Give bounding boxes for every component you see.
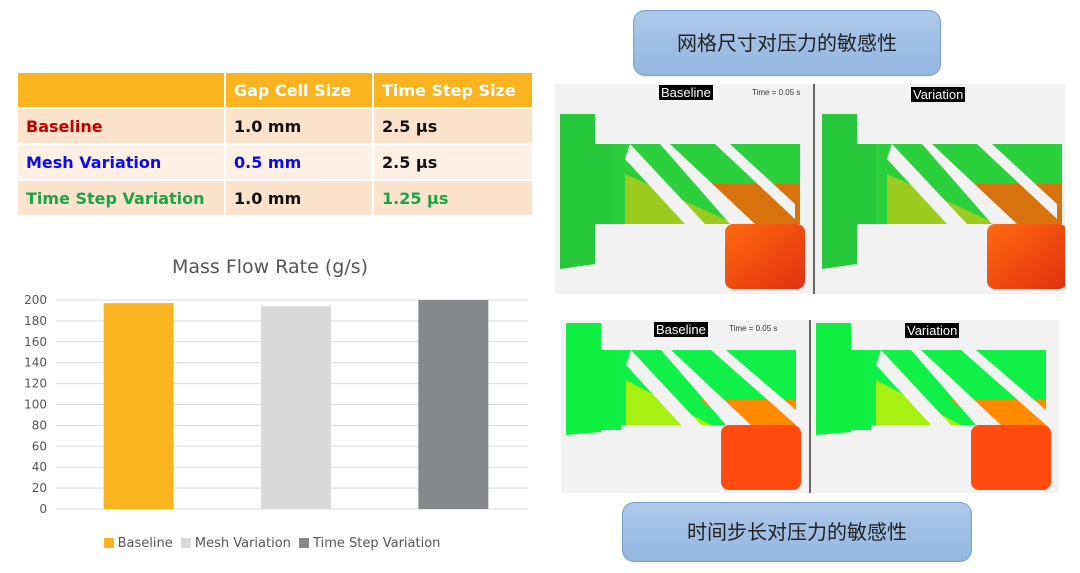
- y-tick-label: 120: [24, 377, 47, 391]
- mesh-sensitivity-caption: 网格尺寸对压力的敏感性: [633, 10, 941, 76]
- row-gap: 0.5 mm: [224, 143, 374, 181]
- row-name: Baseline: [16, 107, 226, 145]
- legend-label: Mesh Variation: [194, 536, 291, 551]
- chart-title: Mass Flow Rate (g/s): [171, 256, 369, 278]
- time-label: Time = 0.05 s: [752, 88, 801, 97]
- time-label: Time = 0.05 s: [729, 324, 778, 333]
- baseline-label: Baseline: [659, 85, 713, 100]
- variation-label: Variation: [905, 323, 960, 338]
- table-row: Baseline 1.0 mm 2.5 µs: [16, 107, 534, 145]
- header-blank: [16, 71, 226, 109]
- row-step: 1.25 µs: [372, 179, 534, 217]
- header-gap-cell-size: Gap Cell Size: [224, 71, 374, 109]
- y-tick-label: 160: [24, 335, 47, 349]
- legend-swatch-baseline: [103, 538, 114, 548]
- chart-legend: Baseline Mesh Variation Time Step Variat…: [0, 536, 540, 551]
- y-tick-label: 180: [24, 314, 47, 328]
- panel-divider: [813, 84, 815, 294]
- bar-mesh-variation: [261, 306, 331, 509]
- legend-swatch-timestep: [299, 538, 310, 548]
- legend-label: Time Step Variation: [313, 536, 441, 551]
- mesh-sim-panel: Baseline Time = 0.05 s Variation: [555, 84, 1067, 294]
- bar-time-step-variation: [418, 300, 489, 509]
- y-tick-label: 60: [32, 439, 47, 453]
- row-gap: 1.0 mm: [224, 179, 374, 217]
- baseline-label: Baseline: [654, 322, 708, 337]
- row-name: Mesh Variation: [16, 143, 226, 181]
- panel-divider: [809, 320, 811, 493]
- legend-label: Baseline: [117, 536, 173, 551]
- timestep-sim-panel: Baseline Time = 0.05 s Variation: [561, 320, 1059, 493]
- y-tick-label: 80: [32, 418, 47, 432]
- settings-table: Gap Cell Size Time Step Size Baseline 1.…: [16, 71, 534, 217]
- row-name: Time Step Variation: [16, 179, 226, 217]
- y-tick-label: 40: [32, 460, 47, 474]
- y-tick-label: 140: [24, 356, 47, 370]
- bar-baseline: [103, 303, 174, 509]
- bar-chart: 0 20 40 60 80 100 120 140 160 180 200: [24, 293, 528, 516]
- y-tick-label: 0: [39, 502, 47, 516]
- y-tick-label: 200: [24, 293, 47, 307]
- timestep-sensitivity-caption: 时间步长对压力的敏感性: [622, 502, 972, 562]
- table-row: Time Step Variation 1.0 mm 1.25 µs: [16, 179, 534, 217]
- mesh-sim-image: [560, 114, 1067, 289]
- table-row: Mesh Variation 0.5 mm 2.5 µs: [16, 143, 534, 181]
- row-step: 2.5 µs: [372, 143, 534, 181]
- row-gap: 1.0 mm: [224, 107, 374, 145]
- row-step: 2.5 µs: [372, 107, 534, 145]
- header-time-step-size: Time Step Size: [372, 71, 534, 109]
- legend-swatch-mesh: [180, 538, 191, 548]
- variation-label: Variation: [911, 87, 966, 102]
- y-tick-label: 20: [32, 481, 47, 495]
- y-tick-label: 100: [24, 398, 47, 412]
